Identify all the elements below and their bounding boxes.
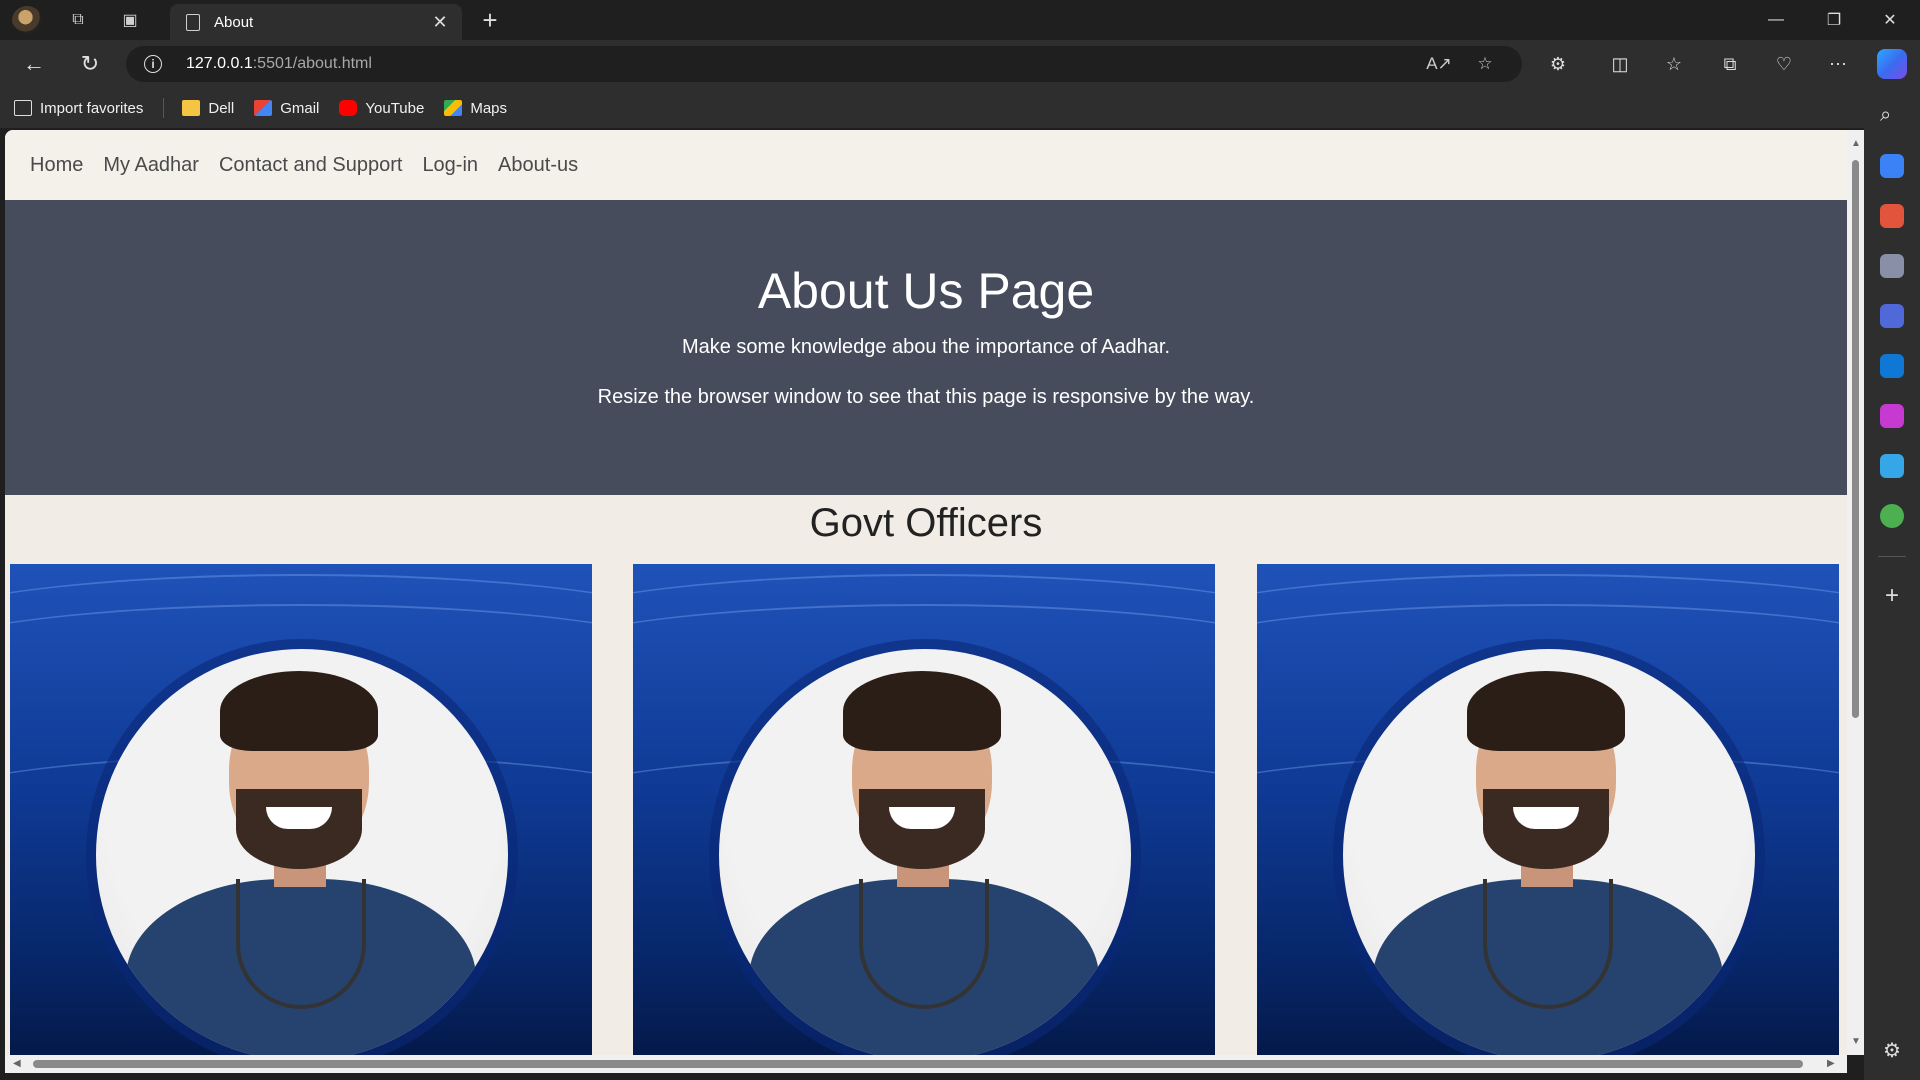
- tab-strip: ⧉ ▣ About ✕ + — ❐ ✕: [0, 0, 1920, 40]
- back-button[interactable]: ←: [16, 48, 52, 80]
- hero-banner: About Us Page Make some knowledge abou t…: [5, 200, 1847, 495]
- vertical-scrollbar[interactable]: ▲ ▼: [1847, 130, 1864, 1055]
- photo-beard: [859, 789, 985, 869]
- page-viewport: Home My Aadhar Contact and Support Log-i…: [5, 130, 1847, 1055]
- address-bar[interactable]: i 127.0.0.1:5501/about.html A↗ ☆: [126, 46, 1522, 82]
- split-screen-icon[interactable]: ◫: [1602, 48, 1638, 80]
- search-icon[interactable]: ⌕: [1880, 104, 1904, 128]
- collections-icon[interactable]: ⧉: [1712, 48, 1748, 80]
- officer-photo: [96, 649, 508, 1055]
- add-icon[interactable]: +: [1880, 582, 1904, 609]
- copilot-icon[interactable]: [1877, 49, 1907, 79]
- bookmark-separator: [163, 98, 165, 118]
- page-title: About Us Page: [757, 263, 1095, 319]
- extensions-icon[interactable]: ⚙: [1540, 48, 1576, 80]
- page-icon: [186, 13, 200, 31]
- scroll-right-arrow-icon[interactable]: ▶: [1827, 1058, 1835, 1069]
- stethoscope: [859, 879, 989, 1009]
- sidebar-separator: [1878, 556, 1906, 557]
- horizontal-scroll-thumb[interactable]: [33, 1060, 1803, 1068]
- scroll-up-arrow-icon[interactable]: ▲: [1851, 138, 1861, 149]
- officer-photo: [1343, 649, 1755, 1055]
- nav-home-link[interactable]: Home: [30, 154, 83, 177]
- games-icon[interactable]: [1880, 254, 1904, 278]
- minimize-button[interactable]: —: [1748, 0, 1804, 40]
- more-menu-icon[interactable]: ⋯: [1820, 48, 1856, 80]
- workspaces-icon[interactable]: ⧉: [62, 6, 94, 34]
- scroll-down-arrow-icon[interactable]: ▼: [1851, 1036, 1861, 1047]
- read-aloud-icon[interactable]: A↗: [1426, 52, 1452, 76]
- officer-card: [10, 564, 592, 1055]
- designer-icon[interactable]: [1880, 404, 1904, 428]
- nav-contact-support-link[interactable]: Contact and Support: [219, 154, 402, 177]
- folder-icon: [182, 100, 201, 116]
- tools-icon[interactable]: [1880, 204, 1904, 228]
- photo-beard: [236, 789, 362, 869]
- browser-essentials-icon[interactable]: ♡: [1766, 48, 1802, 80]
- send-icon[interactable]: [1880, 454, 1904, 478]
- favorite-star-icon[interactable]: ☆: [1472, 52, 1498, 76]
- nav-login-link[interactable]: Log-in: [422, 154, 478, 177]
- nav-my-aadhar-link[interactable]: My Aadhar: [103, 154, 199, 177]
- photo-hair: [220, 671, 378, 751]
- import-icon: [14, 100, 32, 116]
- tab-title: About: [214, 13, 254, 31]
- favorites-icon[interactable]: ☆: [1656, 48, 1692, 80]
- close-window-button[interactable]: ✕: [1862, 0, 1918, 40]
- horizontal-scrollbar[interactable]: ◀ ▶: [5, 1055, 1847, 1073]
- tab-actions-icon[interactable]: ▣: [114, 6, 146, 34]
- stethoscope: [1483, 879, 1613, 1009]
- edge-sidebar: ⌕ + ⚙: [1864, 88, 1920, 1080]
- scroll-left-arrow-icon[interactable]: ◀: [13, 1058, 21, 1069]
- maps-icon: [444, 100, 463, 116]
- stethoscope: [236, 879, 366, 1009]
- bookmarks-bar: Import favorites Dell Gmail YouTube Maps: [0, 88, 1920, 128]
- restore-button[interactable]: ❐: [1806, 0, 1862, 40]
- nav-about-us-link[interactable]: About-us: [498, 154, 578, 177]
- site-info-icon[interactable]: i: [144, 55, 162, 73]
- site-navbar: Home My Aadhar Contact and Support Log-i…: [5, 130, 1847, 200]
- photo-hair: [1467, 671, 1625, 751]
- shopping-icon[interactable]: [1880, 154, 1904, 178]
- bookmark-dell[interactable]: Dell: [182, 100, 234, 117]
- officer-card: [1257, 564, 1839, 1055]
- vertical-scroll-thumb[interactable]: [1852, 160, 1859, 718]
- gmail-icon: [254, 100, 273, 116]
- refresh-button[interactable]: ↻: [72, 48, 108, 80]
- bookmark-youtube[interactable]: YouTube: [339, 100, 424, 117]
- close-tab-icon[interactable]: ✕: [428, 10, 452, 34]
- copilot-sidebar-icon[interactable]: [1880, 304, 1904, 328]
- settings-gear-icon[interactable]: ⚙: [1880, 1038, 1904, 1062]
- section-heading: Govt Officers: [809, 501, 1043, 545]
- officer-card: [633, 564, 1215, 1055]
- toolbar: ← ↻ i 127.0.0.1:5501/about.html A↗ ☆ ⚙ ◫…: [0, 40, 1920, 88]
- officer-photo: [719, 649, 1131, 1055]
- outlook-icon[interactable]: [1880, 354, 1904, 378]
- active-tab[interactable]: About ✕: [170, 4, 462, 40]
- hero-subtitle: Make some knowledge abou the importance …: [681, 336, 1171, 358]
- new-tab-button[interactable]: +: [474, 5, 506, 35]
- hero-note: Resize the browser window to see that th…: [597, 386, 1255, 408]
- url-text: 127.0.0.1:5501/about.html: [186, 55, 372, 72]
- youtube-icon: [339, 100, 358, 116]
- bookmark-maps[interactable]: Maps: [444, 100, 507, 117]
- photo-hair: [843, 671, 1001, 751]
- bookmark-gmail[interactable]: Gmail: [254, 100, 319, 117]
- photo-beard: [1483, 789, 1609, 869]
- bookmark-import-favorites[interactable]: Import favorites: [14, 100, 143, 117]
- profile-avatar[interactable]: [12, 6, 42, 34]
- tree-icon[interactable]: [1880, 504, 1904, 528]
